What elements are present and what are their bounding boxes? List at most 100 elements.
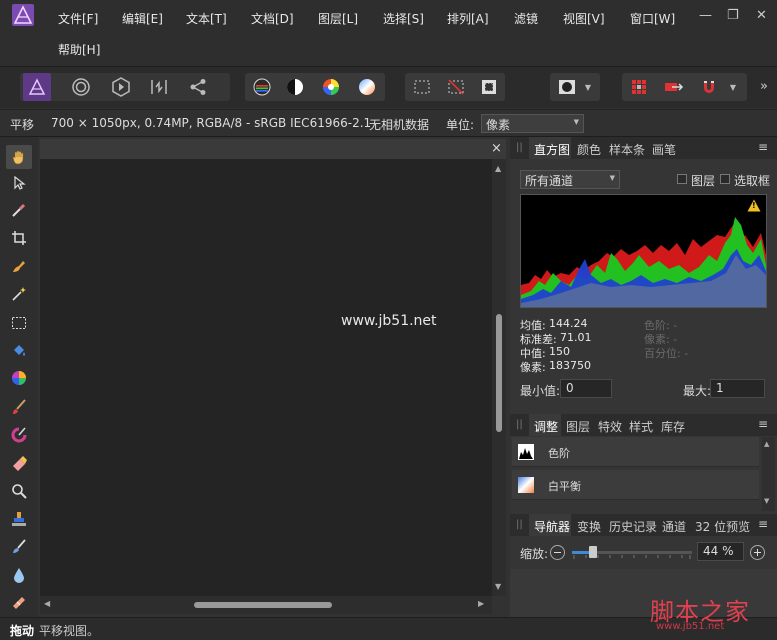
scroll-up-arrow-icon[interactable]: ▲ [764, 440, 769, 448]
close-document-button[interactable]: × [491, 141, 502, 156]
zoom-in-icon[interactable] [750, 545, 765, 560]
document-tab-bar: × [40, 139, 506, 159]
color-replacement-tool-icon[interactable] [9, 425, 29, 445]
tab-navigator[interactable]: 导航器 [534, 518, 570, 535]
horizontal-scroll-thumb[interactable] [194, 602, 332, 608]
selection-checkbox[interactable] [720, 174, 730, 184]
max-input[interactable]: 1 [710, 379, 765, 398]
minimize-button[interactable]: — [699, 8, 712, 23]
develop-persona-icon[interactable] [107, 73, 135, 101]
tab-color[interactable]: 颜色 [577, 141, 601, 158]
scroll-down-arrow-icon[interactable]: ▼ [495, 582, 501, 591]
grip-icon[interactable]: || [516, 142, 523, 153]
crop-tool-icon[interactable] [9, 228, 29, 248]
vertical-scrollbar[interactable]: ▲ ▼ [492, 159, 506, 596]
menu-file[interactable]: 文件[F] [58, 10, 98, 27]
vertical-scroll-thumb[interactable] [496, 314, 502, 432]
panel-menu-icon[interactable]: ≡ [758, 140, 768, 154]
liquify-persona-icon[interactable] [67, 73, 95, 101]
tab-effects[interactable]: 特效 [598, 418, 622, 435]
invert-selection-icon[interactable] [475, 73, 503, 101]
inpainting-tool-icon[interactable] [9, 593, 29, 613]
tab-histogram[interactable]: 直方图 [534, 141, 570, 158]
tab-brushes[interactable]: 画笔 [652, 141, 676, 158]
restore-button[interactable]: ❐ [727, 8, 739, 23]
menu-layer[interactable]: 图层[L] [318, 10, 358, 27]
scroll-right-arrow-icon[interactable]: ▶ [478, 599, 484, 608]
scroll-down-arrow-icon[interactable]: ▼ [764, 497, 769, 505]
grip-icon[interactable]: || [516, 519, 523, 530]
adjustment-white-balance-row[interactable]: 白平衡 [512, 470, 759, 500]
rectangular-marquee-tool-icon[interactable] [9, 313, 29, 333]
magic-wand-tool-icon[interactable] [9, 284, 29, 304]
selection-brush-tool-icon[interactable] [9, 256, 29, 276]
adjustment-levels-row[interactable]: 色阶 [512, 437, 759, 467]
deselect-icon[interactable] [442, 73, 470, 101]
flood-fill-tool-icon[interactable] [9, 341, 29, 361]
horizontal-scrollbar[interactable]: ◀ ▶ [40, 596, 492, 614]
layer-checkbox[interactable] [677, 174, 687, 184]
panel-menu-icon[interactable]: ≡ [758, 517, 768, 531]
zoom-tool-icon[interactable] [9, 481, 29, 501]
tab-styles[interactable]: 样式 [629, 418, 653, 435]
panel-menu-icon[interactable]: ≡ [758, 417, 768, 431]
paint-brush-tool-icon[interactable] [9, 397, 29, 417]
tab-layers[interactable]: 图层 [566, 418, 590, 435]
color-wheel-adjust-icon[interactable] [317, 73, 345, 101]
tab-adjustments[interactable]: 调整 [534, 418, 558, 435]
toolbar-overflow-button[interactable]: » [760, 79, 768, 94]
zoom-input[interactable]: 44 % [697, 542, 744, 561]
levels-adjust-icon[interactable] [248, 73, 276, 101]
camera-info: 无相机数据 [369, 118, 430, 132]
channel-select[interactable]: 所有通道 ▼ [520, 170, 620, 189]
tab-32bit-preview[interactable]: 32 位预览 [695, 518, 750, 535]
zoom-slider[interactable] [572, 546, 692, 559]
move-tool-icon[interactable] [9, 173, 29, 193]
unit-select[interactable]: 像素 ▼ [481, 114, 584, 133]
chevron-down-icon[interactable]: ▼ [580, 73, 596, 101]
menu-view[interactable]: 视图[V] [563, 10, 605, 27]
contrast-adjust-icon[interactable] [281, 73, 309, 101]
menu-document[interactable]: 文档[D] [251, 10, 294, 27]
menu-window[interactable]: 窗口[W] [630, 10, 675, 27]
dodge-tool-icon[interactable] [9, 565, 29, 585]
scroll-left-arrow-icon[interactable]: ◀ [44, 599, 50, 608]
histogram-graph: ! [520, 194, 767, 308]
menu-arrange[interactable]: 排列[A] [447, 10, 489, 27]
magnet-snapping-icon[interactable] [695, 73, 723, 101]
tab-transform[interactable]: 变换 [577, 518, 601, 535]
scroll-up-arrow-icon[interactable]: ▲ [495, 164, 501, 173]
menu-text[interactable]: 文本[T] [186, 10, 227, 27]
tone-mapping-persona-icon[interactable] [145, 73, 173, 101]
export-persona-icon[interactable] [184, 73, 212, 101]
color-picker-tool-icon[interactable] [9, 200, 29, 220]
grip-icon[interactable]: || [516, 419, 523, 430]
erase-brush-tool-icon[interactable] [9, 453, 29, 473]
clone-stamp-tool-icon[interactable] [9, 509, 29, 529]
adjustments-scrollbar[interactable]: ▲ ▼ [762, 437, 775, 511]
marquee-select-icon[interactable] [408, 73, 436, 101]
canvas-area[interactable]: www.jb51.net [40, 159, 492, 596]
adjustments-tabbar: || 调整 图层 特效 样式 库存 ≡ [510, 414, 777, 436]
quick-mask-icon[interactable] [553, 73, 581, 101]
chevron-down-icon[interactable]: ▼ [725, 73, 741, 101]
white-balance-adjust-icon[interactable] [353, 73, 381, 101]
zoom-out-icon[interactable] [550, 545, 565, 560]
snapping-grid-icon[interactable] [625, 73, 653, 101]
tab-channels[interactable]: 通道 [662, 518, 686, 535]
photo-persona-icon[interactable] [23, 73, 51, 101]
menu-select[interactable]: 选择[S] [383, 10, 424, 27]
tab-stock[interactable]: 库存 [661, 418, 685, 435]
healing-brush-tool-icon[interactable] [9, 537, 29, 557]
tab-history[interactable]: 历史记录 [609, 518, 657, 535]
menu-filters[interactable]: 滤镜 [514, 10, 538, 27]
gradient-tool-icon[interactable] [9, 368, 29, 388]
hand-tool-icon[interactable] [6, 145, 32, 169]
tab-swatches[interactable]: 样本条 [609, 141, 645, 158]
menu-edit[interactable]: 编辑[E] [122, 10, 163, 27]
move-to-layer-icon[interactable] [660, 73, 688, 101]
menu-help[interactable]: 帮助[H] [58, 41, 100, 58]
min-input[interactable]: 0 [560, 379, 612, 398]
close-window-button[interactable]: ✕ [756, 8, 767, 23]
stat-stddev-value: 71.01 [560, 331, 592, 344]
